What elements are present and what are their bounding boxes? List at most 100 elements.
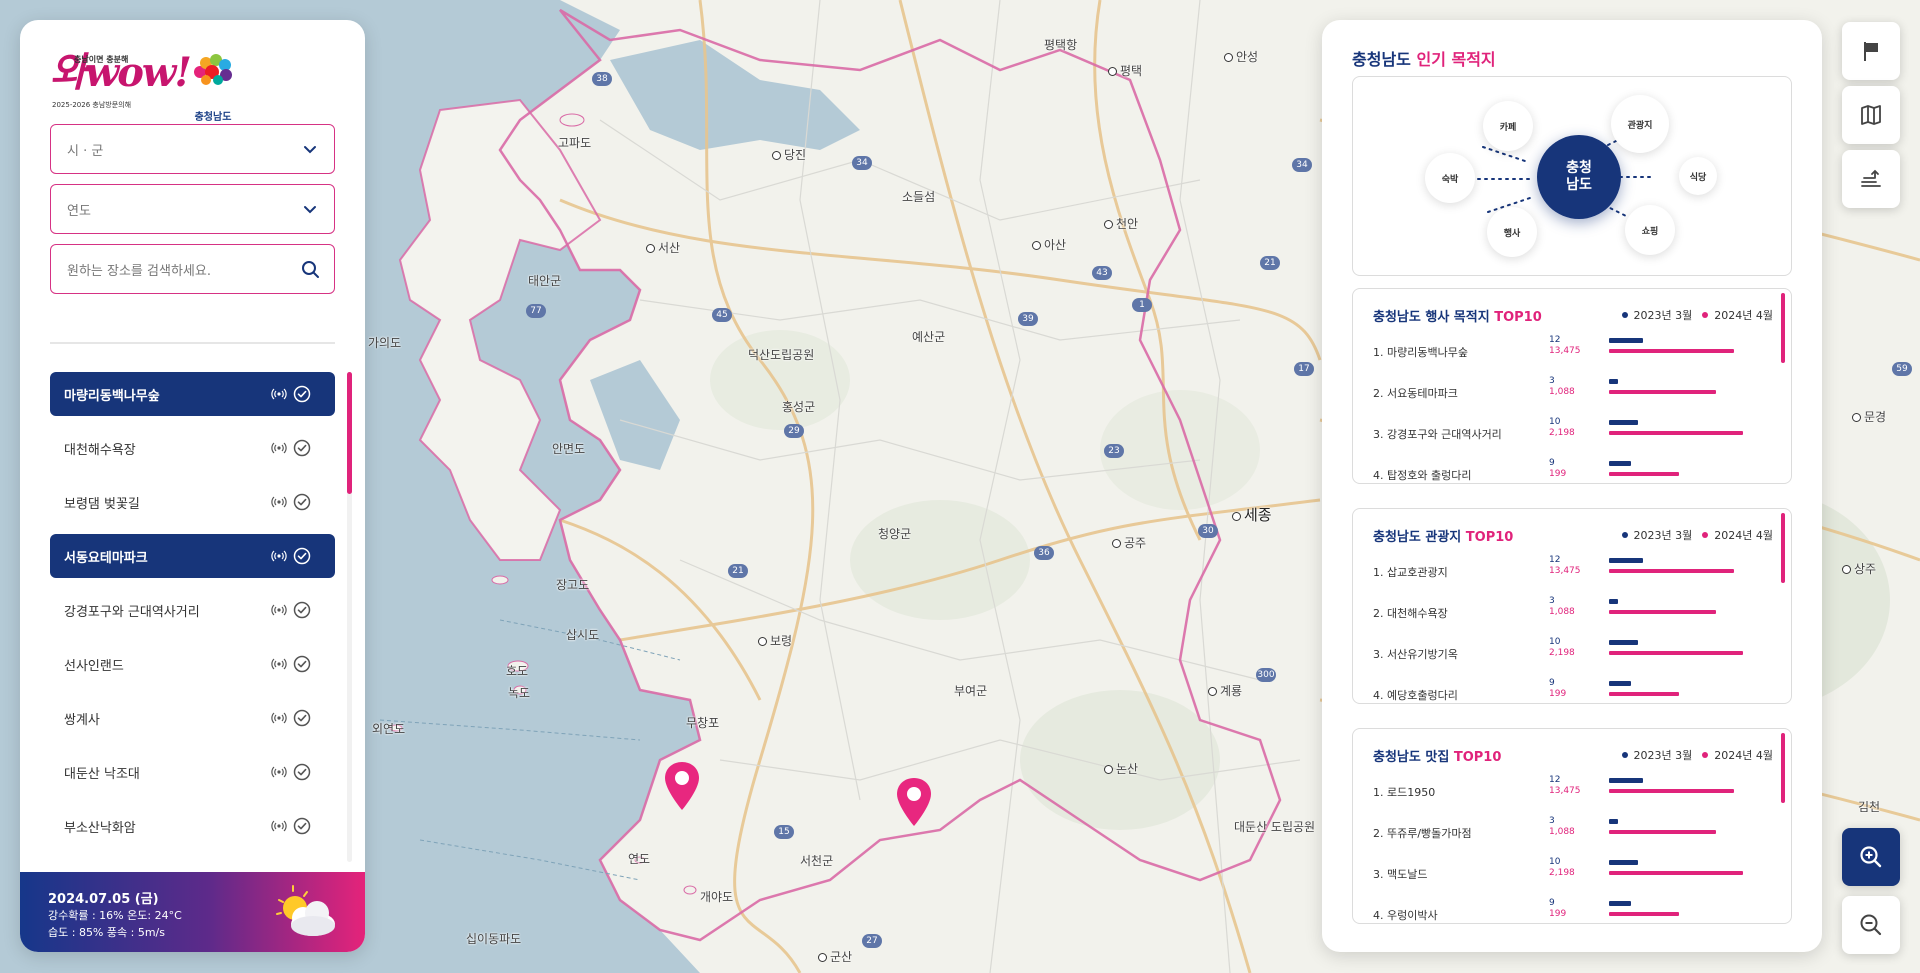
bar-2023 [1609,558,1643,563]
place-item[interactable]: 서동요테마파크 [50,534,335,578]
place-item[interactable]: 강경포구와 근대역사거리 [50,588,335,632]
weather-info-1: 강수확률 : 16% 온도: 24°C [48,909,182,922]
legend-dot-2023 [1621,532,1628,538]
map-label-yeondo: 연도 [628,852,651,866]
search-icon[interactable] [300,259,320,279]
map-label-pyeongtaek-port: 평택항 [1044,38,1078,52]
weather-date: 2024.07.05 (금) [48,892,159,907]
map-book-icon [1861,105,1881,125]
road-shield: 30 [1198,524,1218,538]
top10-row[interactable]: 3. 서산유기방기옥 10 2,198 [1373,637,1773,671]
top10-row[interactable]: 2. 뚜쥬루/빵돌가마점 3 1,088 [1373,816,1773,850]
bar-2023 [1609,461,1631,466]
tray-button[interactable] [1842,150,1900,208]
logo-subtitle: 2025-2026 충남방문의해 [52,101,132,109]
bubble-event[interactable]: 행사 [1487,207,1537,257]
check-circle-icon[interactable] [293,817,311,835]
top10-row[interactable]: 2. 대천해수욕장 3 1,088 [1373,596,1773,630]
broadcast-icon[interactable] [271,494,287,510]
map-label-hodo: 호도 [506,664,529,678]
top10-row[interactable]: 1. 마량리동백나무숲 12 13,475 [1373,335,1773,369]
bubble-lodging[interactable]: 숙박 [1425,153,1475,203]
place-item-name: 서동요테마파크 [64,551,148,566]
top10-row-name: 4. 탑정호와 출렁다리 [1373,469,1472,482]
bar-2023 [1609,681,1631,686]
bar-2024 [1609,610,1716,614]
top10-row[interactable]: 4. 우렁이박사 9 199 [1373,898,1773,923]
map-pin-icon[interactable] [662,760,702,812]
bubble-shopping[interactable]: 쇼핑 [1625,205,1675,255]
check-circle-icon[interactable] [293,763,311,781]
top10-row[interactable]: 1. 로드1950 12 13,475 [1373,775,1773,809]
search-input[interactable]: 원하는 장소를 검색하세요. [50,244,335,294]
map-label-sodaesan: 소들섬 [902,190,936,204]
broadcast-icon[interactable] [271,386,287,402]
top10-card: 충청남도 행사 목적지 TOP10 2023년 3월 2024년 4월 1. 마량리동… [1352,288,1792,484]
legend-dot-2023 [1621,312,1628,318]
zoom-in-icon [1860,846,1882,868]
city-select[interactable]: 시 · 군 [50,124,335,174]
value-2024: 2,198 [1549,868,1575,878]
top10-row-name: 2. 뚜쥬루/빵돌가마점 [1373,827,1472,840]
road-shield: 15 [774,825,794,839]
check-circle-icon[interactable] [293,709,311,727]
year-select[interactable]: 연도 [50,184,335,234]
top10-title-main: 충청남도 맛집 [1373,750,1450,765]
place-item[interactable]: 대둔산 낙조대 [50,750,335,794]
zoom-out-button[interactable] [1842,896,1900,954]
place-item[interactable]: 대천해수욕장 [50,426,335,470]
top10-scrollbar[interactable] [1781,733,1785,803]
top10-row[interactable]: 2. 서요동테마파크 3 1,088 [1373,376,1773,410]
map-label-daedun: 대둔산 도립공원 [1234,820,1316,834]
road-shield: 77 [526,304,546,318]
place-item[interactable]: 선사인랜드 [50,642,335,686]
bubble-cafe[interactable]: 카페 [1483,101,1533,151]
map-label-sejong: 세종 [1232,504,1272,525]
broadcast-icon[interactable] [271,710,287,726]
scrollbar-thumb[interactable] [347,372,352,494]
map-book-button[interactable] [1842,86,1900,144]
popular-title-highlight: 인기 목적지 [1416,50,1496,69]
top10-row[interactable]: 4. 탑정호와 출렁다리 9 199 [1373,458,1773,483]
top10-row[interactable]: 1. 삽교호관광지 12 13,475 [1373,555,1773,589]
place-item-name: 보령댐 벚꽃길 [64,497,140,512]
place-item[interactable]: 부소산낙화암 [50,804,335,848]
map-label-hongseong: 홍성군 [782,400,816,414]
top10-scrollbar[interactable] [1781,293,1785,363]
road-shield: 45 [712,308,732,322]
place-item[interactable]: 보령댐 벚꽃길 [50,480,335,524]
bubble-tourist-spot[interactable]: 관광지 [1611,95,1669,153]
bubble-center-province[interactable]: 충청 남도 [1537,135,1621,219]
place-item[interactable]: 쌍계사 [50,696,335,740]
value-2024: 13,475 [1549,786,1581,796]
map-label-gunsan: 군산 [818,948,852,965]
top10-row[interactable]: 3. 강경포구와 근대역사거리 10 2,198 [1373,417,1773,451]
top10-row[interactable]: 4. 예당호출렁다리 9 199 [1373,678,1773,703]
check-circle-icon[interactable] [293,655,311,673]
zoom-in-button[interactable] [1842,828,1900,886]
flag-button[interactable] [1842,22,1900,80]
broadcast-icon[interactable] [271,764,287,780]
value-2024: 1,088 [1549,607,1575,617]
brand-logo[interactable]: 와wow! 충남이면 충분해 2025-2026 충남방문의해 충청남도 [50,48,350,123]
broadcast-icon[interactable] [271,656,287,672]
check-circle-icon[interactable] [293,439,311,457]
broadcast-icon[interactable] [271,440,287,456]
map-pin-icon[interactable] [894,776,934,828]
check-circle-icon[interactable] [293,385,311,403]
broadcast-icon[interactable] [271,548,287,564]
check-circle-icon[interactable] [293,601,311,619]
map-label-deoksan: 덕산도립공원 [748,348,815,362]
top10-row[interactable]: 3. 맥도날드 10 2,198 [1373,857,1773,891]
place-item[interactable]: 마량리동백나무숲 [50,372,335,416]
top10-scrollbar[interactable] [1781,513,1785,583]
check-circle-icon[interactable] [293,493,311,511]
place-list: 마량리동백나무숲대천해수욕장보령댐 벚꽃길서동요테마파크강경포구와 근대역사거리… [50,372,335,862]
value-2024: 199 [1549,689,1567,699]
road-shield: 17 [1294,362,1314,376]
check-circle-icon[interactable] [293,547,311,565]
popular-title-main: 충청남도 [1352,50,1411,69]
broadcast-icon[interactable] [271,602,287,618]
bubble-restaurant[interactable]: 식당 [1679,157,1717,195]
broadcast-icon[interactable] [271,818,287,834]
